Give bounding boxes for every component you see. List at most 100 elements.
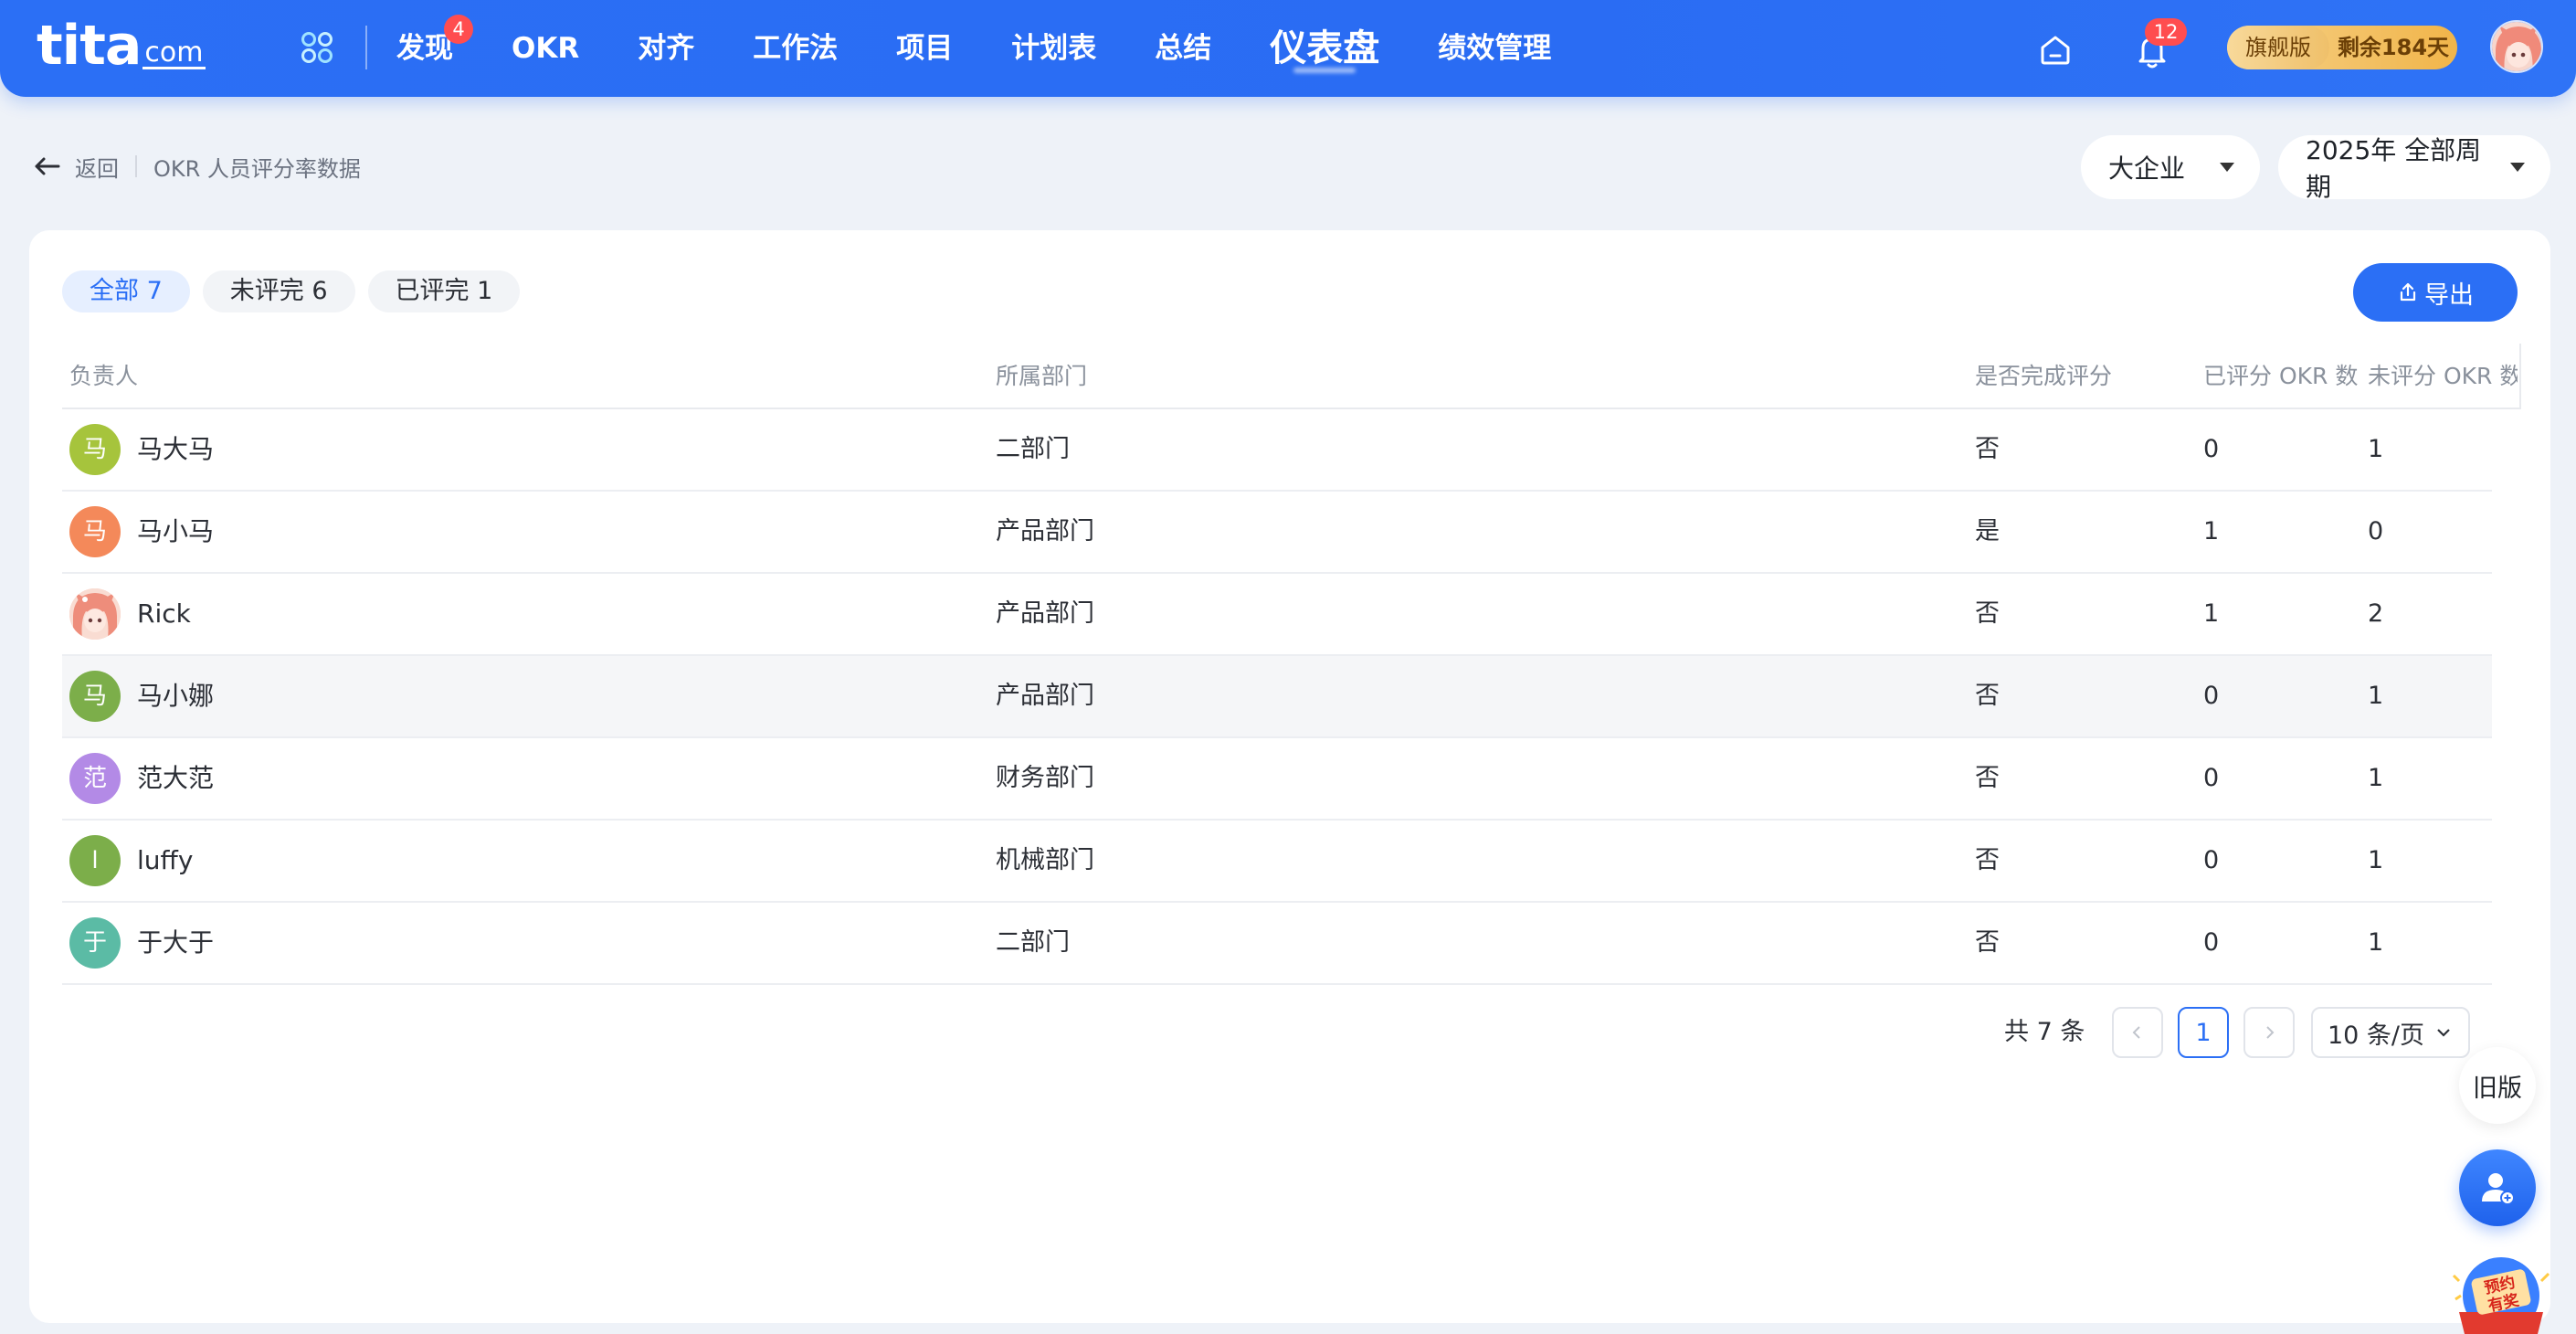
page-size-select[interactable]: 10 条/页: [2311, 1007, 2470, 1058]
nav-item-2[interactable]: 对齐: [638, 0, 694, 97]
app-grid-icon[interactable]: [300, 30, 334, 65]
owner-cell: 于于大于: [69, 903, 214, 983]
back-link[interactable]: 返回: [75, 151, 119, 183]
table-header: 负责人 所属部门 是否完成评分 已评分 OKR 数 未评分 OKR 数: [62, 344, 2521, 409]
promo-gift-button[interactable]: 预约 有奖: [2446, 1248, 2556, 1334]
page-number-button[interactable]: 1: [2178, 1007, 2229, 1058]
rated-count-cell: 0: [2203, 682, 2220, 710]
header-divider: [2519, 344, 2521, 409]
plan-badge[interactable]: 旗舰版 剩余184天: [2227, 26, 2457, 69]
nav-item-0[interactable]: 发现 4: [396, 0, 473, 97]
unrated-count-cell: 1: [2368, 846, 2384, 874]
avatar[interactable]: 马: [69, 506, 121, 557]
export-label: 导出: [2424, 281, 2474, 310]
column-header-rated-count[interactable]: 已评分 OKR 数: [2203, 344, 2358, 409]
nav-item-4[interactable]: 项目: [896, 0, 953, 97]
nav-item-label: OKR: [512, 32, 580, 65]
owner-cell: 范范大范: [69, 738, 214, 819]
user-avatar[interactable]: [2490, 20, 2543, 73]
rated-count-cell: 0: [2203, 928, 2220, 957]
org-select-value: 大企业: [2108, 154, 2186, 184]
next-page-button[interactable]: [2243, 1007, 2295, 1058]
table-row[interactable]: 范范大范 财务部门 否 0 1: [62, 738, 2492, 821]
department-cell: 产品部门: [996, 517, 1094, 545]
nav-item-label: 计划表: [1011, 32, 1097, 65]
completed-cell: 否: [1975, 435, 2000, 463]
back-arrow-icon[interactable]: [31, 150, 64, 183]
export-button[interactable]: 导出: [2353, 263, 2518, 322]
rated-count-cell: 0: [2203, 435, 2220, 463]
user-avatar-image: [2492, 22, 2541, 71]
nav-item-8[interactable]: 绩效管理: [1438, 0, 1551, 97]
logo-text: tita: [37, 14, 142, 78]
owner-name[interactable]: 于大于: [137, 903, 214, 983]
plan-tier-label: 旗舰版: [2227, 26, 2329, 69]
table-row[interactable]: 于于大于 二部门 否 0 1: [62, 903, 2492, 985]
home-icon[interactable]: [2037, 31, 2074, 68]
unrated-count-cell: 1: [2368, 928, 2384, 957]
avatar[interactable]: 马: [69, 424, 121, 475]
table-row[interactable]: l luffy 机械部门 否 0 1: [62, 821, 2492, 903]
filter-tab-1[interactable]: 未评完 6: [202, 270, 355, 312]
nav-item-6[interactable]: 总结: [1155, 0, 1211, 97]
top-nav-bar: tita com 发现 4 OKR 对齐 工作法 项目 计划表 总结 仪表盘 绩效管理 12 旗舰…: [0, 0, 2576, 97]
nav-item-3[interactable]: 工作法: [753, 0, 838, 97]
owner-name[interactable]: 范大范: [137, 738, 214, 819]
filter-tab-0[interactable]: 全部 7: [62, 270, 190, 312]
column-header-unrated-count[interactable]: 未评分 OKR 数: [2368, 344, 2518, 409]
gift-icon: 预约 有奖: [2452, 1257, 2550, 1334]
owner-cell: l luffy: [69, 821, 193, 901]
org-select[interactable]: 大企业: [2081, 135, 2260, 199]
nav-item-1[interactable]: OKR: [512, 0, 579, 97]
chevron-down-icon: [2437, 1029, 2450, 1037]
nav-item-label: 对齐: [638, 32, 695, 65]
avatar[interactable]: 范: [69, 753, 121, 804]
department-cell: 二部门: [996, 435, 1070, 463]
rated-count-cell: 1: [2203, 599, 2220, 628]
nav-item-5[interactable]: 计划表: [1011, 0, 1096, 97]
owner-name[interactable]: Rick: [137, 574, 191, 654]
department-cell: 产品部门: [996, 682, 1094, 710]
caret-down-icon: [2510, 163, 2525, 172]
table-row[interactable]: 马马小娜 产品部门 否 0 1: [62, 656, 2492, 738]
unrated-count-cell: 2: [2368, 599, 2384, 628]
column-header-completed[interactable]: 是否完成评分: [1975, 344, 2112, 409]
prev-page-button[interactable]: [2112, 1007, 2163, 1058]
unrated-count-cell: 1: [2368, 435, 2384, 463]
avatar[interactable]: 马: [69, 671, 121, 722]
column-header-department[interactable]: 所属部门: [996, 344, 1087, 409]
unrated-count-cell: 1: [2368, 764, 2384, 792]
table-row[interactable]: 马马大马 二部门 否 0 1: [62, 409, 2492, 492]
table-row[interactable]: Rick 产品部门 否 1 2: [62, 574, 2492, 656]
owner-name[interactable]: 马小娜: [137, 656, 214, 736]
page-size-value: 10 条/页: [2327, 1021, 2425, 1050]
completed-cell: 否: [1975, 928, 2000, 957]
table-row[interactable]: 马马小马 产品部门 是 1 0: [62, 492, 2492, 574]
filter-tab-2[interactable]: 已评完 1: [367, 270, 521, 312]
app-root: tita com 发现 4 OKR 对齐 工作法 项目 计划表 总结 仪表盘 绩效管理 1 2 旗舰…: [0, 0, 2576, 1334]
okr-rating-table: 负责人 所属部门 是否完成评分 已评分 OKR 数 未评分 OKR 数 马马大马…: [62, 344, 2521, 985]
department-cell: 产品部门: [996, 599, 1094, 628]
owner-cell: 马马小马: [69, 492, 214, 572]
logo-suffix: com: [143, 37, 206, 69]
nav-item-label: 项目: [896, 32, 954, 65]
nav-item-7[interactable]: 仪表盘: [1270, 0, 1379, 97]
owner-name[interactable]: 马大马: [137, 409, 214, 490]
avatar[interactable]: [69, 588, 121, 640]
period-select[interactable]: 2025年 全部周期: [2278, 135, 2550, 202]
tita-logo[interactable]: tita com: [37, 16, 206, 75]
old-version-button[interactable]: 旧版: [2459, 1047, 2536, 1124]
chevron-right-icon: [2266, 1026, 2275, 1039]
column-header-owner[interactable]: 负责人: [69, 344, 138, 409]
avatar[interactable]: 于: [69, 917, 121, 969]
owner-cell: 马马大马: [69, 409, 214, 490]
owner-name[interactable]: 马小马: [137, 492, 214, 572]
breadcrumb: 返回 OKR 人员评分率数据: [31, 148, 361, 185]
plan-remaining-label: 剩余184天: [2337, 35, 2450, 60]
avatar[interactable]: l: [69, 835, 121, 886]
department-cell: 二部门: [996, 928, 1070, 957]
owner-name[interactable]: luffy: [137, 821, 193, 901]
completed-cell: 否: [1975, 764, 2000, 792]
pagination-total: 共 7 条: [2004, 1018, 2085, 1046]
customer-service-button[interactable]: [2459, 1149, 2536, 1226]
